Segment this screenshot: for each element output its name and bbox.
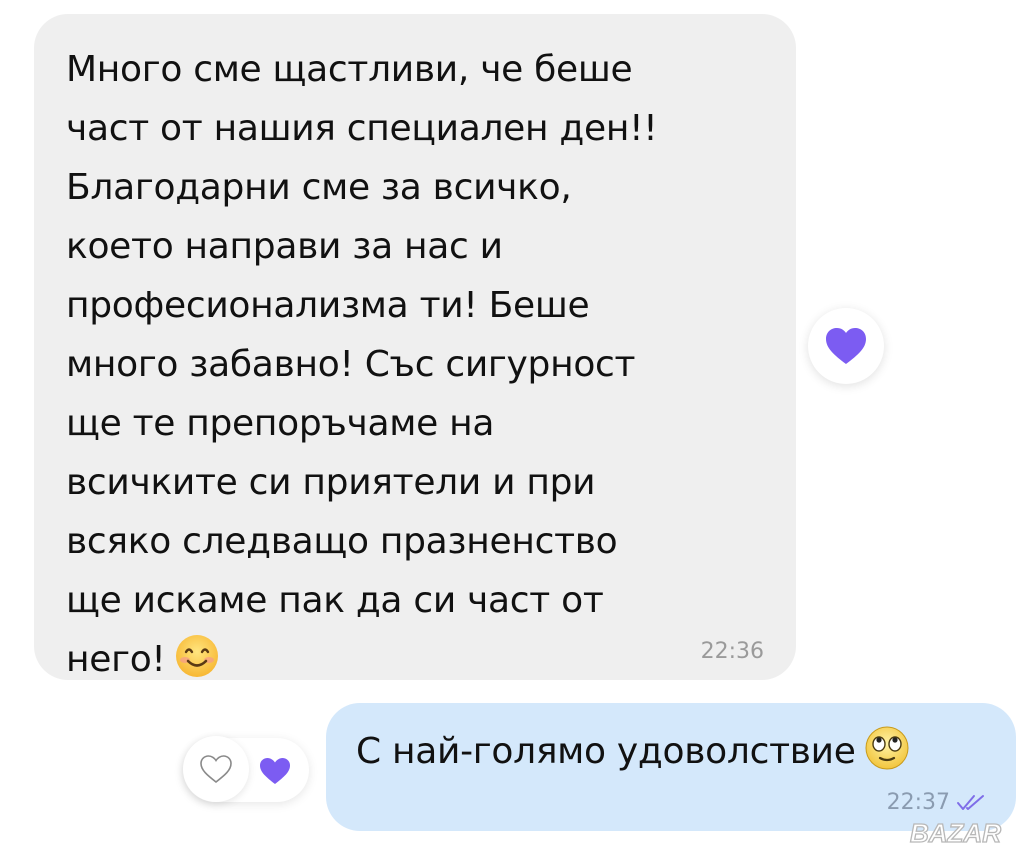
outgoing-message-body: С най-голямо удоволствие	[356, 731, 856, 772]
incoming-message-time: 22:36	[700, 639, 764, 664]
purple-heart-icon	[826, 328, 866, 364]
incoming-message-bubble[interactable]: Много сме щастливи, че беше част от наши…	[34, 14, 796, 680]
smiling-face-icon	[175, 635, 218, 677]
purple-heart-icon	[260, 758, 290, 784]
svg-text:BAZAR: BAZAR	[910, 818, 1001, 848]
bazar-watermark-logo: BAZAR	[904, 812, 1014, 852]
message-reaction-badge[interactable]	[808, 308, 884, 384]
rolling-eyes-face-icon	[865, 726, 909, 770]
incoming-message-text: Много сме щастливи, че беше част от наши…	[66, 40, 786, 689]
incoming-message-body: Много сме щастливи, че беше част от наши…	[66, 49, 658, 680]
add-reaction-button[interactable]	[183, 736, 249, 802]
heart-outline-icon	[200, 755, 232, 784]
reaction-purple-heart[interactable]	[256, 752, 294, 790]
read-double-check-icon	[957, 794, 984, 810]
outgoing-message-text: С най-голямо удоволствие	[356, 725, 988, 777]
